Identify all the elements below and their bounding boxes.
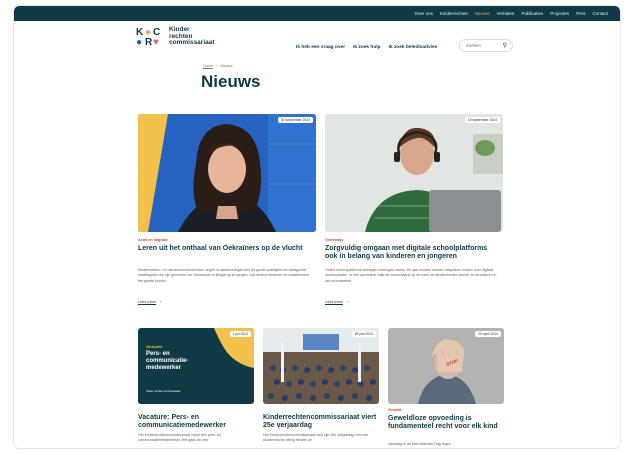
news-title[interactable]: Leren uit het onthaal van Oekraïners op … bbox=[138, 245, 314, 253]
topnav-pers[interactable]: Pers bbox=[576, 11, 585, 16]
news-image-portrait[interactable]: 30 september 2024 bbox=[138, 114, 316, 232]
arrow-right-icon: › bbox=[160, 299, 162, 304]
news-card[interactable]: 30 september 2024 Asiel en migratie Lere… bbox=[138, 114, 316, 314]
student-laptop-illustration bbox=[325, 114, 503, 232]
news-image-student[interactable]: 19 september 2024 bbox=[325, 114, 503, 232]
breadcrumb: Home / Nieuws bbox=[203, 64, 233, 68]
news-excerpt: Kinderrechten- en mensenrechtenrechten a… bbox=[138, 268, 310, 283]
brand-line-3: commissariaat bbox=[169, 39, 215, 47]
browser-frame: Over ons Kinderrechten Nieuws Verhalen P… bbox=[13, 5, 621, 449]
news-date-badge: 28 juni 2024 bbox=[351, 331, 376, 337]
news-image-stop[interactable]: STOP 20 april 2024 bbox=[388, 328, 504, 404]
news-title[interactable]: Geweldloze opvoeding is fundamenteel rec… bbox=[388, 415, 502, 432]
topnav-verhalen[interactable]: Verhalen bbox=[497, 11, 515, 16]
news-card[interactable]: 1 juli 2024 Gezocht Pers- en communicati… bbox=[138, 328, 254, 448]
topnav-kinderrechten[interactable]: Kinderrechten bbox=[440, 11, 468, 16]
news-tag[interactable]: Onderwijs bbox=[325, 238, 343, 242]
nav-vraag-over[interactable]: Ik heb een vraag over bbox=[296, 45, 345, 50]
news-excerpt: Het Kinderrechtencommissariaat viert zij… bbox=[263, 433, 369, 443]
nav-beleidsadvies[interactable]: Ik zoek beleidsadvies bbox=[389, 45, 438, 50]
topnav-nieuws[interactable]: Nieuws bbox=[475, 11, 490, 16]
news-card[interactable]: 19 september 2024 Onderwijs Zorgvuldig o… bbox=[325, 114, 503, 314]
news-date-badge: 1 juli 2024 bbox=[229, 331, 251, 337]
news-date-badge: 20 april 2024 bbox=[475, 331, 501, 337]
news-tag[interactable]: Asiel en migratie bbox=[138, 238, 168, 242]
news-date-badge: 30 september 2024 bbox=[277, 117, 313, 123]
news-image-auditorium[interactable]: 28 juni 2024 bbox=[263, 328, 379, 404]
vacancy-visual-title: Pers- en communicatie-medewerker bbox=[146, 351, 189, 371]
news-card[interactable]: STOP 20 april 2024 Geweld Geweldloze opv… bbox=[388, 328, 504, 448]
news-card[interactable]: 28 juni 2024 Kinderrechtencommissariaat … bbox=[263, 328, 379, 448]
topnav-contact[interactable]: Contact bbox=[592, 11, 608, 16]
brand-wordmark[interactable]: Kinder rechten commissariaat bbox=[169, 26, 215, 47]
main-navigation: Ik heb een vraag over Ik zoek hulp Ik zo… bbox=[296, 45, 437, 50]
topnav-over-ons[interactable]: Over ons bbox=[415, 11, 433, 16]
search-box: ⚲ bbox=[459, 39, 513, 52]
auditorium-illustration bbox=[263, 328, 379, 404]
topnav-projecten[interactable]: Projecten bbox=[550, 11, 569, 16]
vacancy-visual-tag: Gezocht bbox=[146, 344, 162, 349]
news-tag[interactable]: Geweld bbox=[388, 408, 402, 412]
arrow-right-icon: › bbox=[347, 299, 349, 304]
news-title[interactable]: Zorgvuldig omgaan met digitale schoolpla… bbox=[325, 245, 501, 262]
nav-zoek-hulp[interactable]: Ik zoek hulp bbox=[353, 45, 380, 50]
breadcrumb-current: Nieuws bbox=[220, 64, 233, 68]
read-more-link[interactable]: Lees meer bbox=[138, 300, 156, 304]
page-title: Nieuws bbox=[201, 72, 261, 91]
logo-circle-icon: ● bbox=[136, 37, 143, 48]
site-header: K ● C ● R ♥ Kinder rechten commissariaat… bbox=[14, 21, 620, 61]
logo-heart-icon: ♥ bbox=[153, 37, 159, 48]
news-excerpt: Vandaag is de internationale Dag tegen bbox=[388, 442, 451, 446]
news-excerpt: Online schoolplatforms bezorgen leerling… bbox=[325, 268, 497, 283]
read-more-link[interactable]: Lees meer bbox=[325, 300, 343, 304]
logo-r-glyph: R bbox=[145, 37, 153, 48]
search-input[interactable] bbox=[466, 43, 496, 48]
brand-logo-mark[interactable]: K ● C ● R ♥ bbox=[136, 28, 162, 48]
breadcrumb-home[interactable]: Home bbox=[203, 64, 213, 68]
news-excerpt: Het Kinderrechtencommissariaat zoekt een… bbox=[138, 433, 221, 443]
news-title[interactable]: Vacature: Pers- en communicatiemedewerke… bbox=[138, 414, 252, 431]
portrait-illustration bbox=[138, 114, 316, 232]
news-date-badge: 19 september 2024 bbox=[464, 117, 500, 123]
vacancy-visual-logo: Kinder rechten commissariaat bbox=[146, 390, 181, 393]
search-icon[interactable]: ⚲ bbox=[503, 42, 507, 49]
news-image-vacancy[interactable]: 1 juli 2024 Gezocht Pers- en communicati… bbox=[138, 328, 254, 404]
top-navigation: Over ons Kinderrechten Nieuws Verhalen P… bbox=[14, 6, 620, 21]
breadcrumb-separator: / bbox=[216, 64, 218, 68]
topnav-publicaties[interactable]: Publicaties bbox=[521, 11, 543, 16]
news-title[interactable]: Kinderrechtencommissariaat viert 25e ver… bbox=[263, 414, 377, 431]
